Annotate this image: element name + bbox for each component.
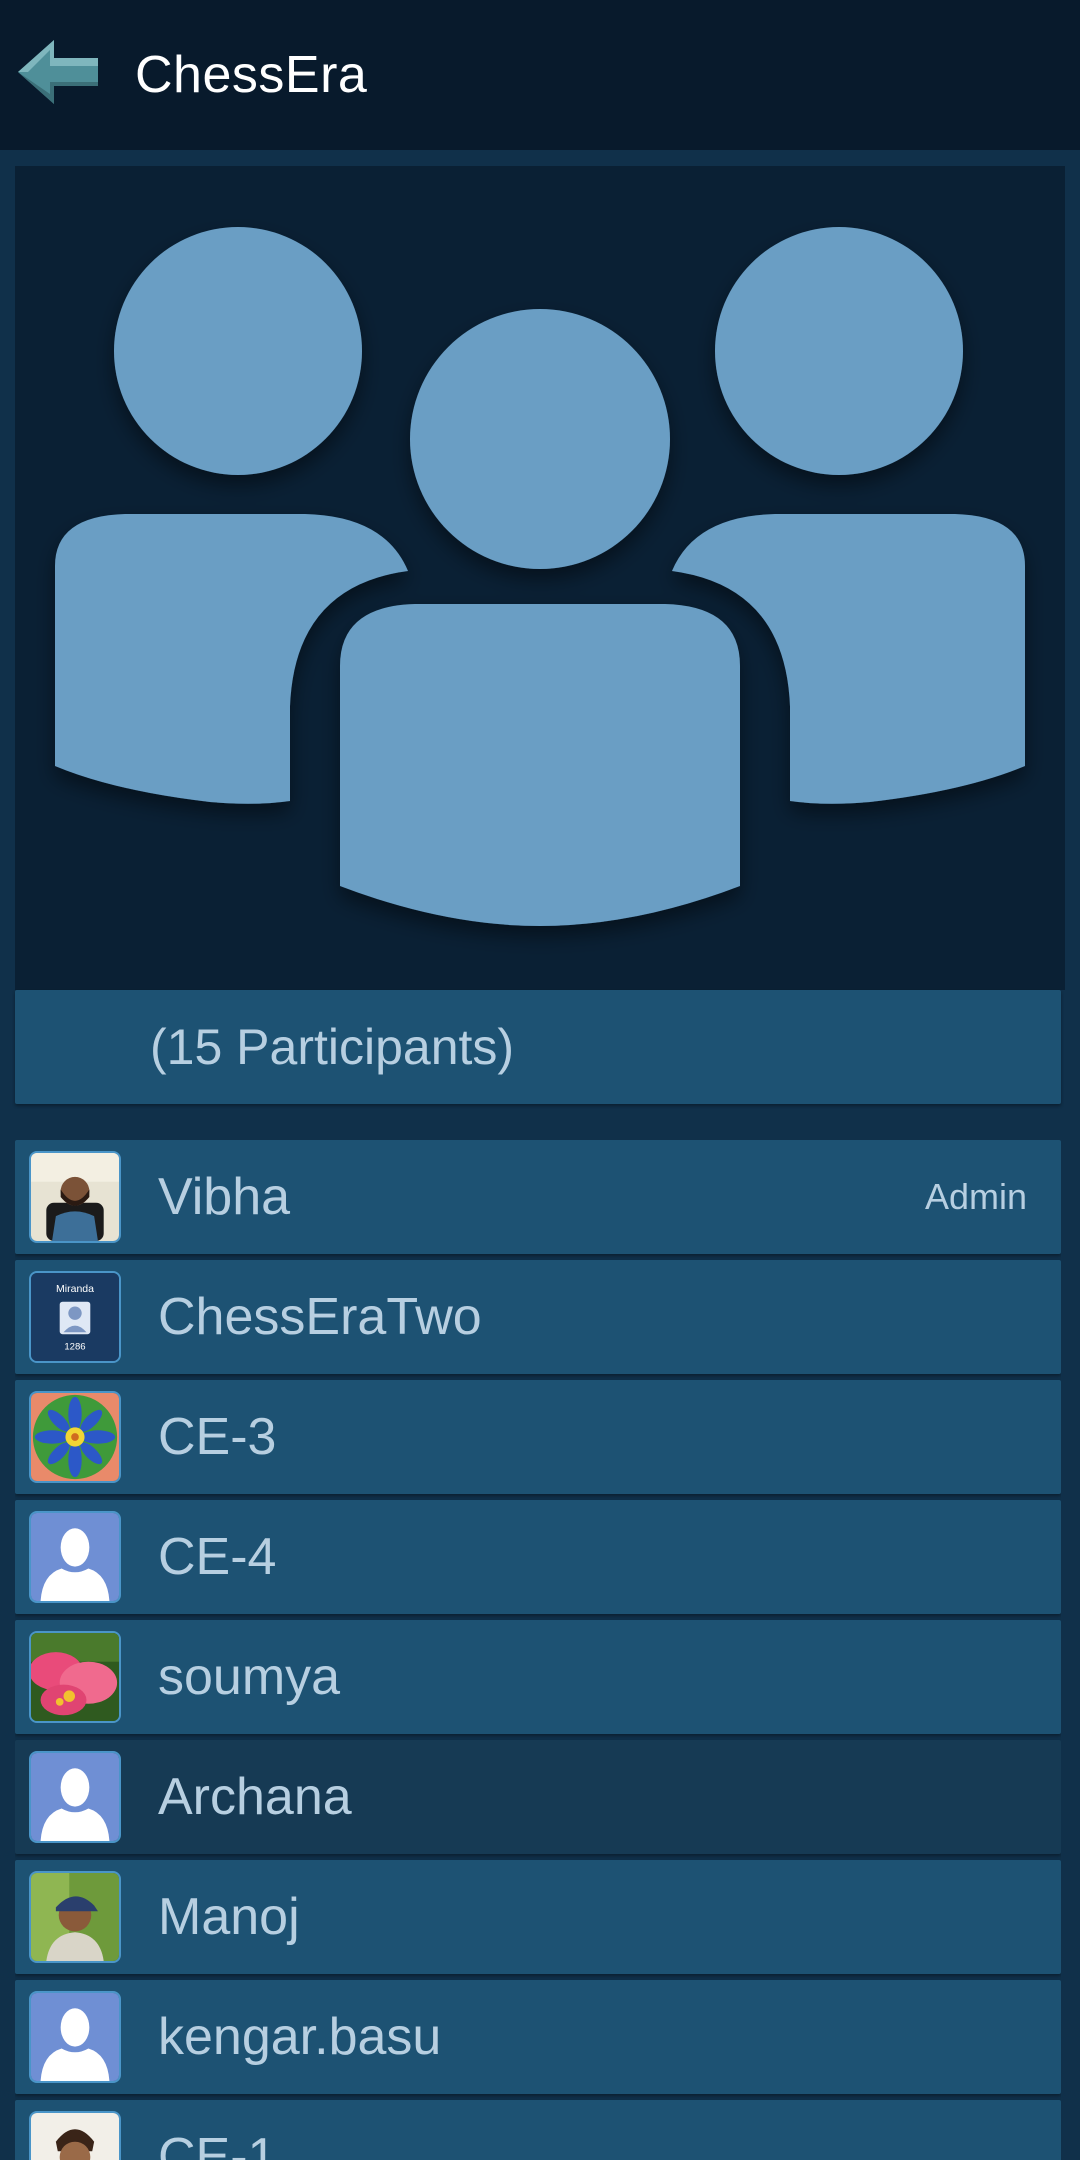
avatar <box>29 1511 121 1603</box>
member-name: Vibha <box>158 1168 291 1226</box>
list-item[interactable]: soumya <box>15 1620 1061 1734</box>
avatar <box>29 1631 121 1723</box>
flower-pattern-icon <box>31 1393 119 1481</box>
back-button[interactable] <box>14 36 104 108</box>
avatar <box>29 1151 121 1243</box>
profile-card-icon: Miranda 1286 <box>31 1273 119 1361</box>
avatar <box>29 1391 121 1483</box>
participants-count-bar: (15 Participants) <box>15 990 1061 1104</box>
group-info-screen: ChessEra (15 Participants) Vibha Admin M… <box>0 0 1080 2160</box>
person-photo-icon <box>31 2113 119 2160</box>
list-item[interactable]: CE-1 <box>15 2100 1061 2160</box>
member-list[interactable]: Vibha Admin Miranda 1286 ChessEraTwo CE-… <box>15 1140 1061 2160</box>
avatar <box>29 1751 121 1843</box>
list-item[interactable]: CE-4 <box>15 1500 1061 1614</box>
avatar-caption-top: Miranda <box>56 1283 94 1295</box>
member-name: Manoj <box>158 1888 300 1946</box>
member-name: CE-1 <box>158 2128 277 2160</box>
person-photo-icon <box>31 1873 119 1961</box>
avatar <box>29 1871 121 1963</box>
avatar-caption-bottom: 1286 <box>64 1342 85 1353</box>
avatar <box>29 2111 121 2160</box>
top-app-bar: ChessEra <box>0 0 1080 150</box>
admin-badge: Admin <box>924 1176 1027 1217</box>
group-image[interactable] <box>15 166 1065 990</box>
avatar <box>29 1991 121 2083</box>
member-name: CE-3 <box>158 1408 277 1466</box>
member-name: soumya <box>158 1648 341 1706</box>
member-name: Archana <box>158 1768 352 1826</box>
list-item[interactable]: Archana <box>15 1740 1061 1854</box>
participants-count: (15 Participants) <box>150 1019 515 1075</box>
group-people-icon <box>55 227 1025 926</box>
default-avatar-icon <box>31 1513 119 1601</box>
member-name: kengar.basu <box>158 2008 442 2066</box>
hibiscus-photo-icon <box>31 1633 119 1721</box>
list-item[interactable]: kengar.basu <box>15 1980 1061 2094</box>
member-name: CE-4 <box>158 1528 277 1586</box>
page-title: ChessEra <box>135 46 368 104</box>
default-avatar-icon <box>31 1753 119 1841</box>
member-name: ChessEraTwo <box>158 1288 482 1346</box>
list-item[interactable]: Miranda 1286 ChessEraTwo <box>15 1260 1061 1374</box>
avatar: Miranda 1286 <box>29 1271 121 1363</box>
back-arrow-icon <box>18 40 98 104</box>
person-photo-icon <box>31 1153 119 1241</box>
list-item[interactable]: CE-3 <box>15 1380 1061 1494</box>
default-avatar-icon <box>31 1993 119 2081</box>
list-item[interactable]: Vibha Admin <box>15 1140 1061 1254</box>
list-item[interactable]: Manoj <box>15 1860 1061 1974</box>
